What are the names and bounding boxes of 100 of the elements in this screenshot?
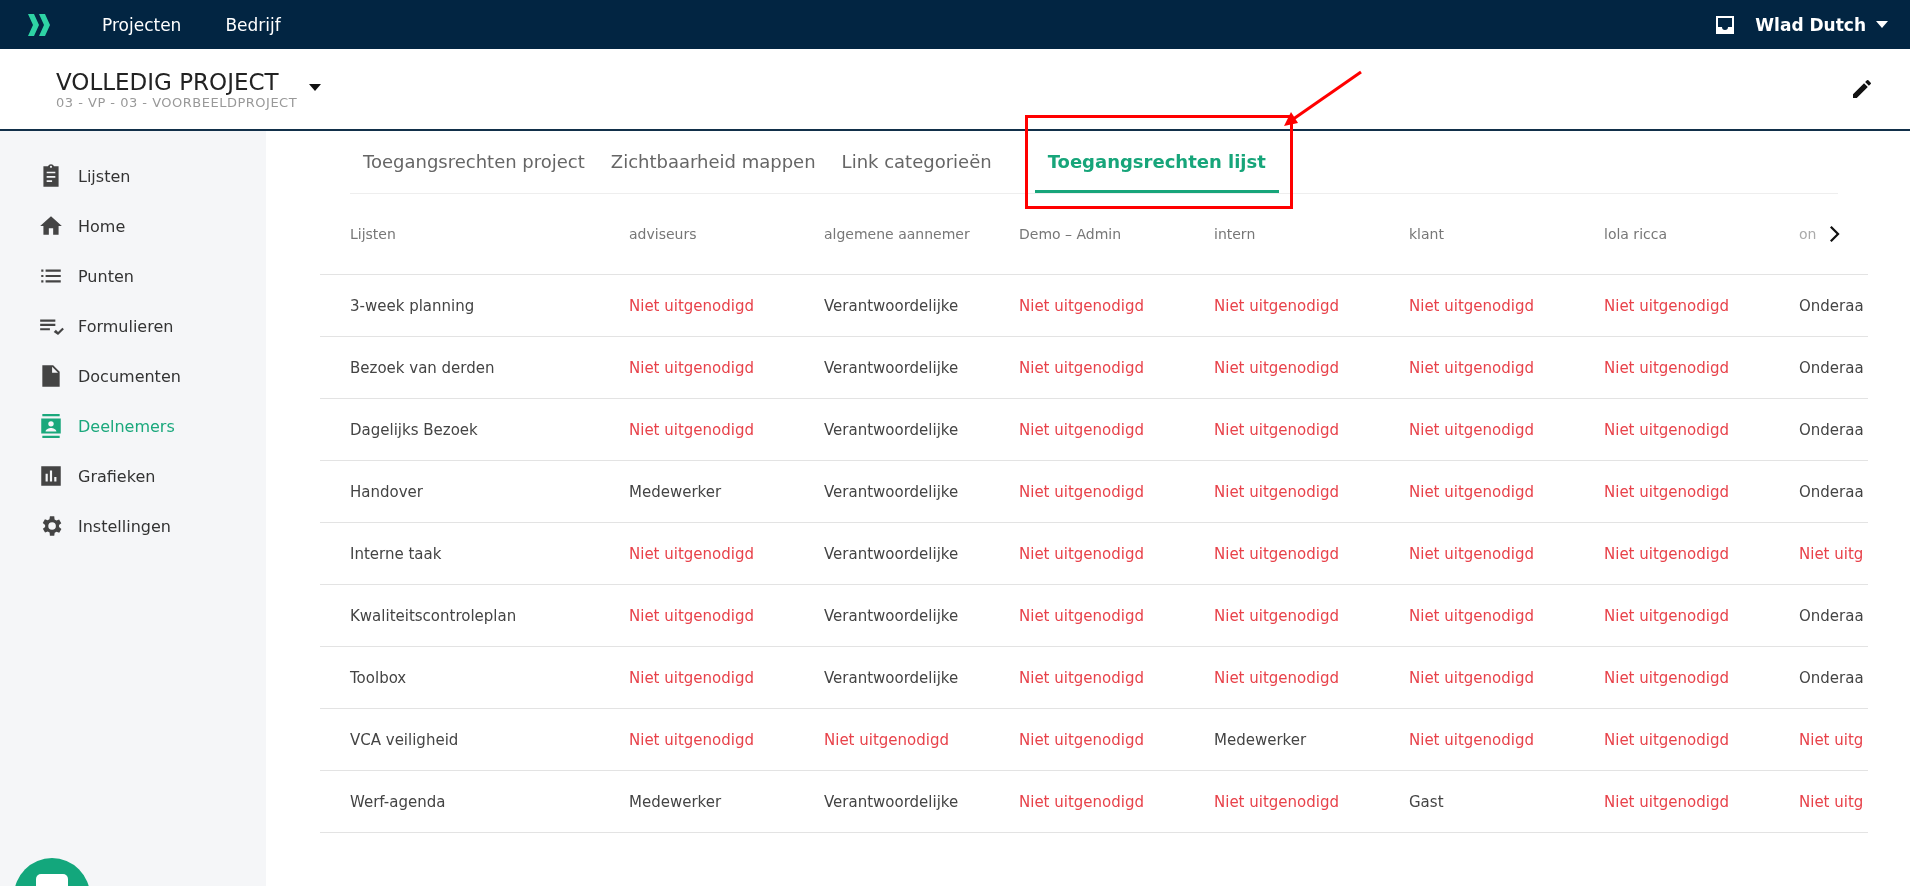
- caret-down-icon: [1876, 21, 1888, 28]
- sidebar-item[interactable]: Instellingen: [0, 501, 266, 551]
- column-header: klant: [1409, 226, 1444, 242]
- list-name-cell-text: Toolbox: [349, 668, 408, 687]
- sidebar-item[interactable]: Home: [0, 201, 266, 251]
- project-title: VOLLEDIG PROJECT: [56, 68, 280, 95]
- access-cell-text: Niet uitgenodigd: [1603, 358, 1730, 377]
- access-cell-text: Niet uitgenodigd: [1408, 730, 1535, 749]
- access-cell-text: Verantwoordelijke: [823, 482, 960, 501]
- access-cell-text: Niet uitgenodigd: [628, 606, 755, 625]
- sidebar-item[interactable]: Punten: [0, 251, 266, 301]
- access-cell-text: Niet uitgenodigd: [1408, 668, 1535, 687]
- access-cell-text: Onderaa: [1798, 296, 1865, 315]
- access-cell-text: Niet uitgenodigd: [1603, 544, 1730, 563]
- access-cell-text: Niet uitgenodigd: [1408, 358, 1535, 377]
- project-code: 03 - VP - 03 - VOORBEELDPROJECT: [56, 94, 298, 110]
- access-cell-text: Niet uitgenodigd: [1603, 730, 1730, 749]
- column-header: on: [1799, 226, 1817, 242]
- chevron-right-icon[interactable]: [1828, 226, 1840, 242]
- access-cell-text: Niet uitg: [1798, 792, 1865, 811]
- access-cell-text: Gast: [1408, 792, 1445, 811]
- access-cell-text: Niet uitgenodigd: [1213, 606, 1340, 625]
- access-cell-text: Niet uitgenodigd: [823, 730, 950, 749]
- nav-link[interactable]: Bedrijf: [225, 14, 281, 35]
- access-cell-text: Verantwoordelijke: [823, 420, 960, 439]
- access-cell-text: Verantwoordelijke: [823, 358, 960, 377]
- access-cell-text: Niet uitgenodigd: [1018, 792, 1145, 811]
- access-cell-text: Niet uitgenodigd: [628, 544, 755, 563]
- access-cell-text: Niet uitgenodigd: [1018, 606, 1145, 625]
- access-cell-text: Niet uitgenodigd: [1018, 730, 1145, 749]
- access-cell-text: Niet uitgenodigd: [1603, 606, 1730, 625]
- column-header: algemene aannemer: [824, 226, 970, 242]
- access-cell-text: Niet uitgenodigd: [1603, 296, 1730, 315]
- access-cell-text: Verantwoordelijke: [823, 296, 960, 315]
- tab[interactable]: Link categorieën: [828, 141, 1005, 193]
- access-cell-text: Niet uitgenodigd: [1213, 358, 1340, 377]
- access-cell-text: Niet uitgenodigd: [628, 730, 755, 749]
- access-cell-text: Niet uitgenodigd: [1603, 668, 1730, 687]
- access-cell-text: Niet uitgenodigd: [1408, 296, 1535, 315]
- tab[interactable]: Toegangsrechten project: [350, 141, 598, 193]
- access-cell-text: Niet uitgenodigd: [1213, 544, 1340, 563]
- access-cell-text: Niet uitgenodigd: [1603, 420, 1730, 439]
- column-header: adviseurs: [629, 226, 697, 242]
- list-name-cell-text: Kwaliteitscontroleplan: [349, 606, 518, 625]
- tab[interactable]: Zichtbaarheid mappen: [597, 141, 829, 193]
- access-cell-text: Niet uitgenodigd: [1018, 358, 1145, 377]
- sidebar-item[interactable]: Documenten: [0, 351, 266, 401]
- list-name-cell-text: Interne taak: [349, 544, 443, 563]
- access-cell-text: Niet uitg: [1798, 730, 1865, 749]
- access-cell-text: Niet uitgenodigd: [1603, 482, 1730, 501]
- access-cell-text: Verantwoordelijke: [823, 792, 960, 811]
- access-cell-text: Verantwoordelijke: [823, 668, 960, 687]
- access-cell-text: Niet uitgenodigd: [1408, 420, 1535, 439]
- access-cell-text: Niet uitgenodigd: [628, 358, 755, 377]
- access-cell-text: Medewerker: [628, 482, 723, 501]
- access-cell-text: Onderaa: [1798, 420, 1865, 439]
- list-name-cell-text: Dagelijks Bezoek: [349, 420, 479, 439]
- column-header: intern: [1214, 226, 1256, 242]
- access-cell-text: Niet uitgenodigd: [1408, 482, 1535, 501]
- list-name-cell-text: Werf-agenda: [349, 792, 447, 811]
- nav-link[interactable]: Projecten: [102, 14, 182, 35]
- column-header: lola ricca: [1604, 226, 1667, 242]
- access-cell-text: Niet uitgenodigd: [1213, 482, 1340, 501]
- access-cell-text: Onderaa: [1798, 358, 1865, 377]
- access-cell-text: Niet uitgenodigd: [1018, 482, 1145, 501]
- column-header: Demo – Admin: [1019, 226, 1122, 242]
- list-name-cell-text: VCA veiligheid: [349, 730, 460, 749]
- access-cell-text: Niet uitgenodigd: [1408, 544, 1535, 563]
- sidebar-item[interactable]: Formulieren: [0, 301, 266, 351]
- caret-down-icon[interactable]: [309, 83, 322, 91]
- access-cell-text: Niet uitgenodigd: [1213, 420, 1340, 439]
- access-cell-text: Niet uitgenodigd: [1018, 544, 1145, 563]
- access-cell-text: Niet uitgenodigd: [1603, 792, 1730, 811]
- list-name-cell-text: Bezoek van derden: [349, 358, 496, 377]
- list-name-cell-text: Handover: [349, 482, 424, 501]
- access-cell-text: Onderaa: [1798, 606, 1865, 625]
- access-cell-text: Niet uitg: [1798, 544, 1865, 563]
- access-cell-text: Niet uitgenodigd: [1213, 668, 1340, 687]
- access-cell-text: Niet uitgenodigd: [1018, 296, 1145, 315]
- access-cell-text: Verantwoordelijke: [823, 606, 960, 625]
- list-name-cell-text: 3-week planning: [349, 296, 476, 315]
- sidebar-item[interactable]: Lijsten: [0, 151, 266, 201]
- edit-icon[interactable]: [1850, 77, 1874, 101]
- user-menu[interactable]: Wlad Dutch: [1755, 14, 1888, 35]
- access-cell-text: Medewerker: [1213, 730, 1308, 749]
- sidebar-item[interactable]: Grafieken: [0, 451, 266, 501]
- access-cell-text: Medewerker: [628, 792, 723, 811]
- access-cell-text: Niet uitgenodigd: [1213, 792, 1340, 811]
- column-header: Lijsten: [350, 226, 396, 242]
- access-cell-text: Niet uitgenodigd: [1408, 606, 1535, 625]
- access-cell-text: Verantwoordelijke: [823, 544, 960, 563]
- double-chevron-logo-icon[interactable]: [26, 12, 52, 37]
- access-cell-text: Onderaa: [1798, 668, 1865, 687]
- bar-chart-icon: [38, 463, 64, 489]
- access-cell-text: Niet uitgenodigd: [1213, 296, 1340, 315]
- access-cell-text: Onderaa: [1798, 482, 1865, 501]
- access-cell-text: Niet uitgenodigd: [628, 420, 755, 439]
- contact-card-icon: [38, 413, 64, 439]
- access-cell-text: Niet uitgenodigd: [1018, 420, 1145, 439]
- access-cell-text: Niet uitgenodigd: [1018, 668, 1145, 687]
